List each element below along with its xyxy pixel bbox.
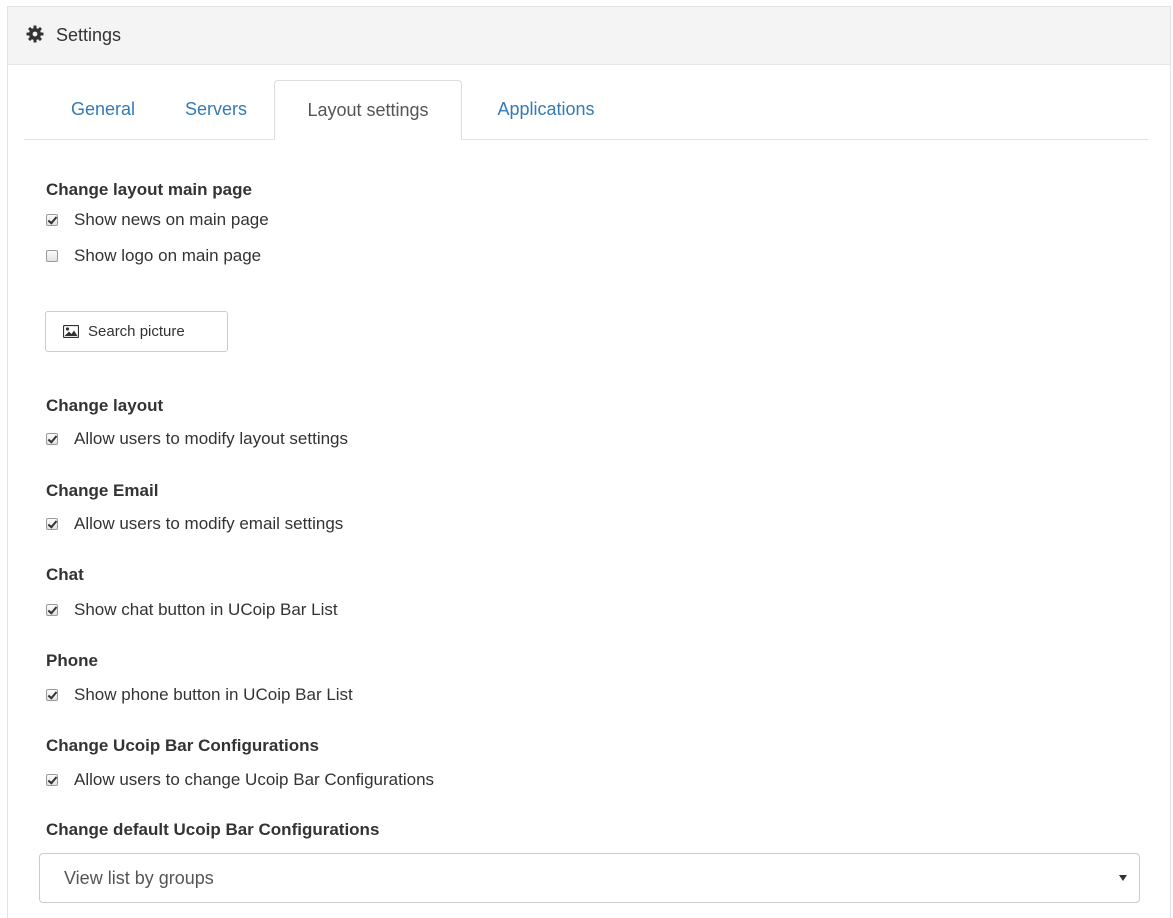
option-phone-button[interactable]: Show phone button in UCoip Bar List	[46, 685, 353, 705]
default-config-select-value: View list by groups	[64, 867, 214, 888]
show-logo-label: Show logo on main page	[74, 246, 262, 265]
change-ucoip-config-checkbox[interactable]	[46, 774, 58, 786]
phone-button-label: Show phone button in UCoip Bar List	[74, 685, 353, 704]
tab-general[interactable]: General	[48, 80, 158, 139]
section-title-phone: Phone	[46, 651, 98, 670]
section-title-default-config: Change default Ucoip Bar Configurations	[46, 820, 380, 839]
option-show-logo[interactable]: Show logo on main page	[46, 246, 261, 266]
modify-layout-checkbox[interactable]	[46, 433, 58, 445]
section-title-change-layout: Change layout	[46, 396, 164, 415]
section-title-main-page: Change layout main page	[46, 180, 252, 199]
option-modify-layout[interactable]: Allow users to modify layout settings	[46, 429, 348, 449]
show-news-label: Show news on main page	[74, 210, 269, 229]
modify-email-checkbox[interactable]	[46, 518, 58, 530]
search-picture-label: Search picture	[88, 323, 185, 340]
phone-button-checkbox[interactable]	[46, 689, 58, 701]
picture-icon	[63, 325, 79, 338]
option-chat-button[interactable]: Show chat button in UCoip Bar List	[46, 600, 338, 620]
tab-applications[interactable]: Applications	[466, 80, 626, 139]
panel-edge-break	[0, 800, 7, 918]
panel-title: Settings	[56, 25, 122, 45]
show-news-checkbox[interactable]	[46, 214, 58, 226]
section-title-change-email: Change Email	[46, 481, 159, 500]
modify-layout-label: Allow users to modify layout settings	[74, 429, 349, 448]
section-title-chat: Chat	[46, 565, 84, 584]
option-change-ucoip-config[interactable]: Allow users to change Ucoip Bar Configur…	[46, 770, 434, 790]
chat-button-checkbox[interactable]	[46, 604, 58, 616]
default-config-select[interactable]: View list by groups	[39, 853, 1140, 903]
option-show-news[interactable]: Show news on main page	[46, 210, 269, 230]
chat-button-label: Show chat button in UCoip Bar List	[74, 600, 338, 619]
show-logo-checkbox[interactable]	[46, 250, 58, 262]
gear-icon	[26, 25, 44, 42]
settings-tabs: General Servers Layout settings Applicat…	[24, 80, 1148, 140]
section-title-ucoip-config: Change Ucoip Bar Configurations	[46, 736, 319, 755]
change-ucoip-config-label: Allow users to change Ucoip Bar Configur…	[74, 770, 435, 789]
tab-servers[interactable]: Servers	[161, 80, 271, 139]
search-picture-button[interactable]: Search picture	[45, 311, 228, 352]
option-modify-email[interactable]: Allow users to modify email settings	[46, 514, 343, 534]
tab-layout-settings[interactable]: Layout settings	[274, 80, 462, 140]
chevron-down-icon	[1119, 875, 1127, 881]
panel-header: Settings	[8, 7, 1170, 65]
modify-email-label: Allow users to modify email settings	[74, 514, 344, 533]
